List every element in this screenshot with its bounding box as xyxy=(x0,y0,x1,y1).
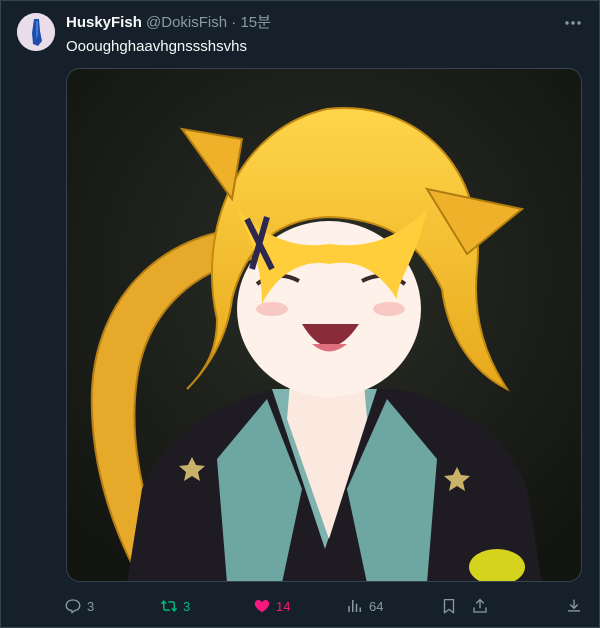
retweet-button[interactable]: 3 xyxy=(160,592,190,620)
views-count: 64 xyxy=(369,598,384,614)
like-count: 14 xyxy=(276,598,291,614)
author-handle[interactable]: @DokisFish xyxy=(146,14,227,31)
like-icon xyxy=(254,600,270,613)
separator: · xyxy=(231,14,237,31)
like-button[interactable]: 14 xyxy=(253,592,290,620)
reply-icon xyxy=(65,599,81,614)
tweet-text: Oooughghaavhgnssshsvhs xyxy=(66,38,247,55)
retweet-count: 3 xyxy=(183,598,191,614)
tweet-header: HuskyFish @DokisFish · 15분 xyxy=(66,13,271,32)
share-button[interactable] xyxy=(471,592,489,620)
avatar[interactable] xyxy=(17,13,55,51)
bookmark-icon xyxy=(443,598,455,614)
download-button[interactable] xyxy=(565,592,583,620)
reply-button[interactable]: 3 xyxy=(64,592,94,620)
reply-count: 3 xyxy=(87,598,95,614)
views-button[interactable]: 64 xyxy=(346,592,383,620)
download-icon xyxy=(568,599,580,612)
views-icon xyxy=(348,600,361,612)
timestamp[interactable]: 15분 xyxy=(240,14,271,31)
tweet-image[interactable] xyxy=(66,68,582,582)
share-icon xyxy=(473,598,487,613)
retweet-icon xyxy=(160,600,178,612)
author-name[interactable]: HuskyFish xyxy=(66,14,142,31)
more-button[interactable] xyxy=(560,11,586,35)
action-bar: 3 3 14 64 xyxy=(0,592,600,620)
bookmark-button[interactable] xyxy=(440,592,458,620)
more-icon xyxy=(565,21,581,25)
